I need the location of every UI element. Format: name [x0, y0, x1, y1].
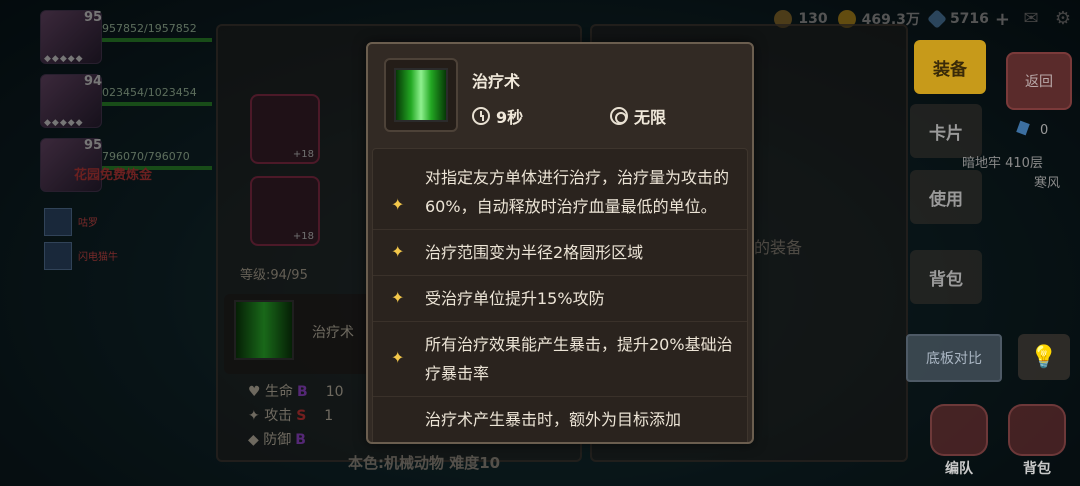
star-icon: ✦ [391, 288, 405, 307]
back-button[interactable]: 返回 [1006, 52, 1072, 110]
effect-item: ✦ 治疗范围变为半径2格圆形区域 [373, 230, 747, 276]
effect-item: ✦ 所有治疗效果能产生暴击，提升20%基础治疗暴击率 [373, 322, 747, 397]
skill-tooltip: 治疗术 9秒 无限 ✦ 对指定友方单体进行治疗，治疗量为攻击的60%，自动释放时… [366, 42, 754, 444]
skill-title: 治疗术 [472, 72, 521, 91]
star-icon: ✦ [391, 242, 405, 261]
team-icon [930, 404, 988, 456]
range: 无限 [610, 104, 666, 128]
effect-item: ✦ 受治疗单位提升15%攻防 [373, 276, 747, 322]
clock-icon [472, 107, 490, 125]
crystal-icon [1016, 120, 1030, 136]
effect-item: ✦ 对指定友方单体进行治疗，治疗量为攻击的60%，自动释放时治疗血量最低的单位。 [373, 149, 747, 230]
effects-list[interactable]: ✦ 对指定友方单体进行治疗，治疗量为攻击的60%，自动释放时治疗血量最低的单位。… [372, 148, 748, 442]
team-button[interactable]: 编队 [926, 404, 992, 482]
skill-icon-frame [384, 58, 458, 132]
target-icon [610, 107, 628, 125]
tab-equip[interactable]: 装备 [914, 40, 986, 94]
team-label: 编队 [945, 461, 973, 477]
effect-item: 治疗术产生暴击时，额外为目标添加 [373, 397, 747, 442]
star-icon: ✦ [391, 348, 405, 367]
compare-button[interactable]: 底板对比 [906, 334, 1002, 382]
range-value: 无限 [634, 108, 667, 127]
use-button[interactable]: 使用 [910, 170, 982, 224]
cooldown: 9秒 [472, 104, 523, 128]
lightbulb-icon[interactable]: 💡 [1018, 334, 1070, 380]
tab-backpack[interactable]: 背包 [910, 250, 982, 304]
star-icon: ✦ [391, 195, 405, 214]
backpack-icon [1008, 404, 1066, 456]
bag-button[interactable]: 背包 [1004, 404, 1070, 482]
weather-status: 寒风 [1034, 176, 1061, 191]
cooldown-value: 9秒 [496, 108, 524, 127]
bag-label: 背包 [1023, 461, 1051, 477]
dungeon-floor: 暗地牢 410层 [962, 156, 1043, 171]
gem-small-count: 0 [1016, 120, 1048, 138]
tab-card[interactable]: 卡片 [910, 104, 982, 158]
heal-skill-icon [394, 68, 448, 122]
